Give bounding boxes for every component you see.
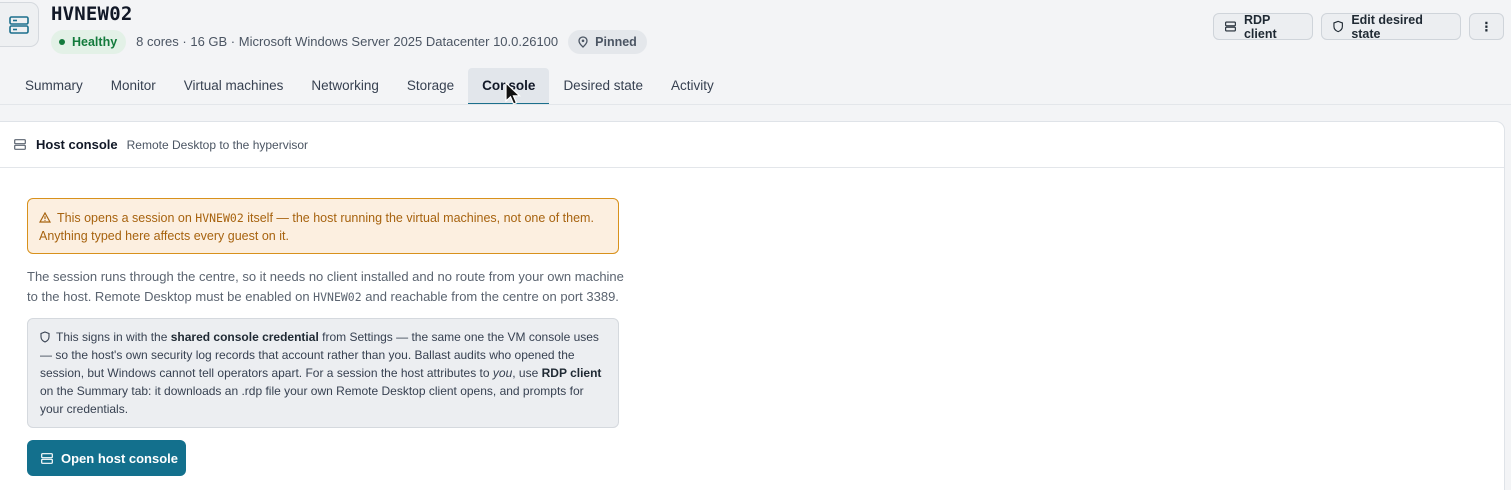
host-meta: Healthy 8 cores · 16 GB · Microsoft Wind… xyxy=(51,29,647,54)
warning-callout: This opens a session on HVNEW02 itself —… xyxy=(27,198,619,254)
server-icon xyxy=(14,139,26,150)
tab-activity[interactable]: Activity xyxy=(657,68,728,105)
status-label: Healthy xyxy=(72,34,118,49)
tab-summary[interactable]: Summary xyxy=(11,68,97,105)
info-italic-you: you xyxy=(492,366,513,380)
edit-desired-state-label: Edit desired state xyxy=(1351,12,1423,41)
tab-monitor[interactable]: Monitor xyxy=(97,68,170,105)
pinned-badge: Pinned xyxy=(568,29,647,54)
status-badge: Healthy xyxy=(51,29,127,54)
tab-networking[interactable]: Networking xyxy=(297,68,393,105)
session-text-line2-pre: to the host. Remote Desktop must be enab… xyxy=(27,289,314,304)
session-text-line2-post: and reachable from the centre on port 33… xyxy=(361,289,619,304)
warning-icon xyxy=(38,211,52,223)
info-bold-credential: shared console credential xyxy=(170,330,319,344)
credential-info-callout: This signs in with the shared console cr… xyxy=(27,318,619,428)
panel-subtitle: Remote Desktop to the hypervisor xyxy=(126,137,309,152)
rdp-client-label: RDP client xyxy=(1243,12,1277,41)
panel-title: Host console xyxy=(36,137,118,152)
kebab-menu-icon: ⋮ xyxy=(1480,20,1493,34)
tabs-divider xyxy=(0,104,1511,105)
pin-icon xyxy=(578,35,588,48)
host-tabs: Summary Monitor Virtual machines Network… xyxy=(11,68,728,105)
tab-desired-state[interactable]: Desired state xyxy=(549,68,657,105)
rdp-client-button[interactable]: RDP client xyxy=(1213,12,1313,41)
shield-icon xyxy=(40,331,50,343)
server-icon xyxy=(1225,21,1236,32)
info-bold-rdp-client: RDP client xyxy=(541,366,602,380)
shield-icon xyxy=(1333,20,1343,33)
mouse-cursor-icon xyxy=(505,82,521,105)
server-icon xyxy=(41,452,53,464)
more-options-button[interactable]: ⋮ xyxy=(1469,13,1504,40)
warning-text-post: itself — the host running the virtual ma… xyxy=(243,211,594,225)
info-text-1: This signs in with the xyxy=(56,330,171,344)
session-text-line1: The session runs through the centre, so … xyxy=(27,269,624,284)
info-text-4: on the Summary tab: it downloads an .rdp… xyxy=(40,384,584,416)
open-host-console-label: Open host console xyxy=(61,450,179,466)
warning-text-line2: Anything typed here affects every guest … xyxy=(39,229,289,243)
page-title: HVNEW02 xyxy=(51,3,133,25)
tab-virtual-machines[interactable]: Virtual machines xyxy=(170,68,298,105)
panel-header: Host console Remote Desktop to the hyper… xyxy=(0,122,1504,168)
pinned-label: Pinned xyxy=(595,34,637,49)
host-server-icon xyxy=(0,2,39,47)
session-description: The session runs through the centre, so … xyxy=(27,267,627,307)
session-host-name: HVNEW02 xyxy=(313,290,362,304)
edit-desired-state-button[interactable]: Edit desired state xyxy=(1321,12,1461,41)
open-host-console-button[interactable]: Open host console xyxy=(27,440,186,476)
warning-host-name: HVNEW02 xyxy=(195,211,244,225)
info-text-3: , use xyxy=(512,366,542,380)
status-dot-icon xyxy=(59,38,65,45)
tab-storage[interactable]: Storage xyxy=(393,68,468,105)
host-specs: 8 cores · 16 GB · Microsoft Windows Serv… xyxy=(136,34,559,49)
warning-text-pre: This opens a session on xyxy=(57,211,196,225)
host-console-panel: Host console Remote Desktop to the hyper… xyxy=(0,121,1505,490)
